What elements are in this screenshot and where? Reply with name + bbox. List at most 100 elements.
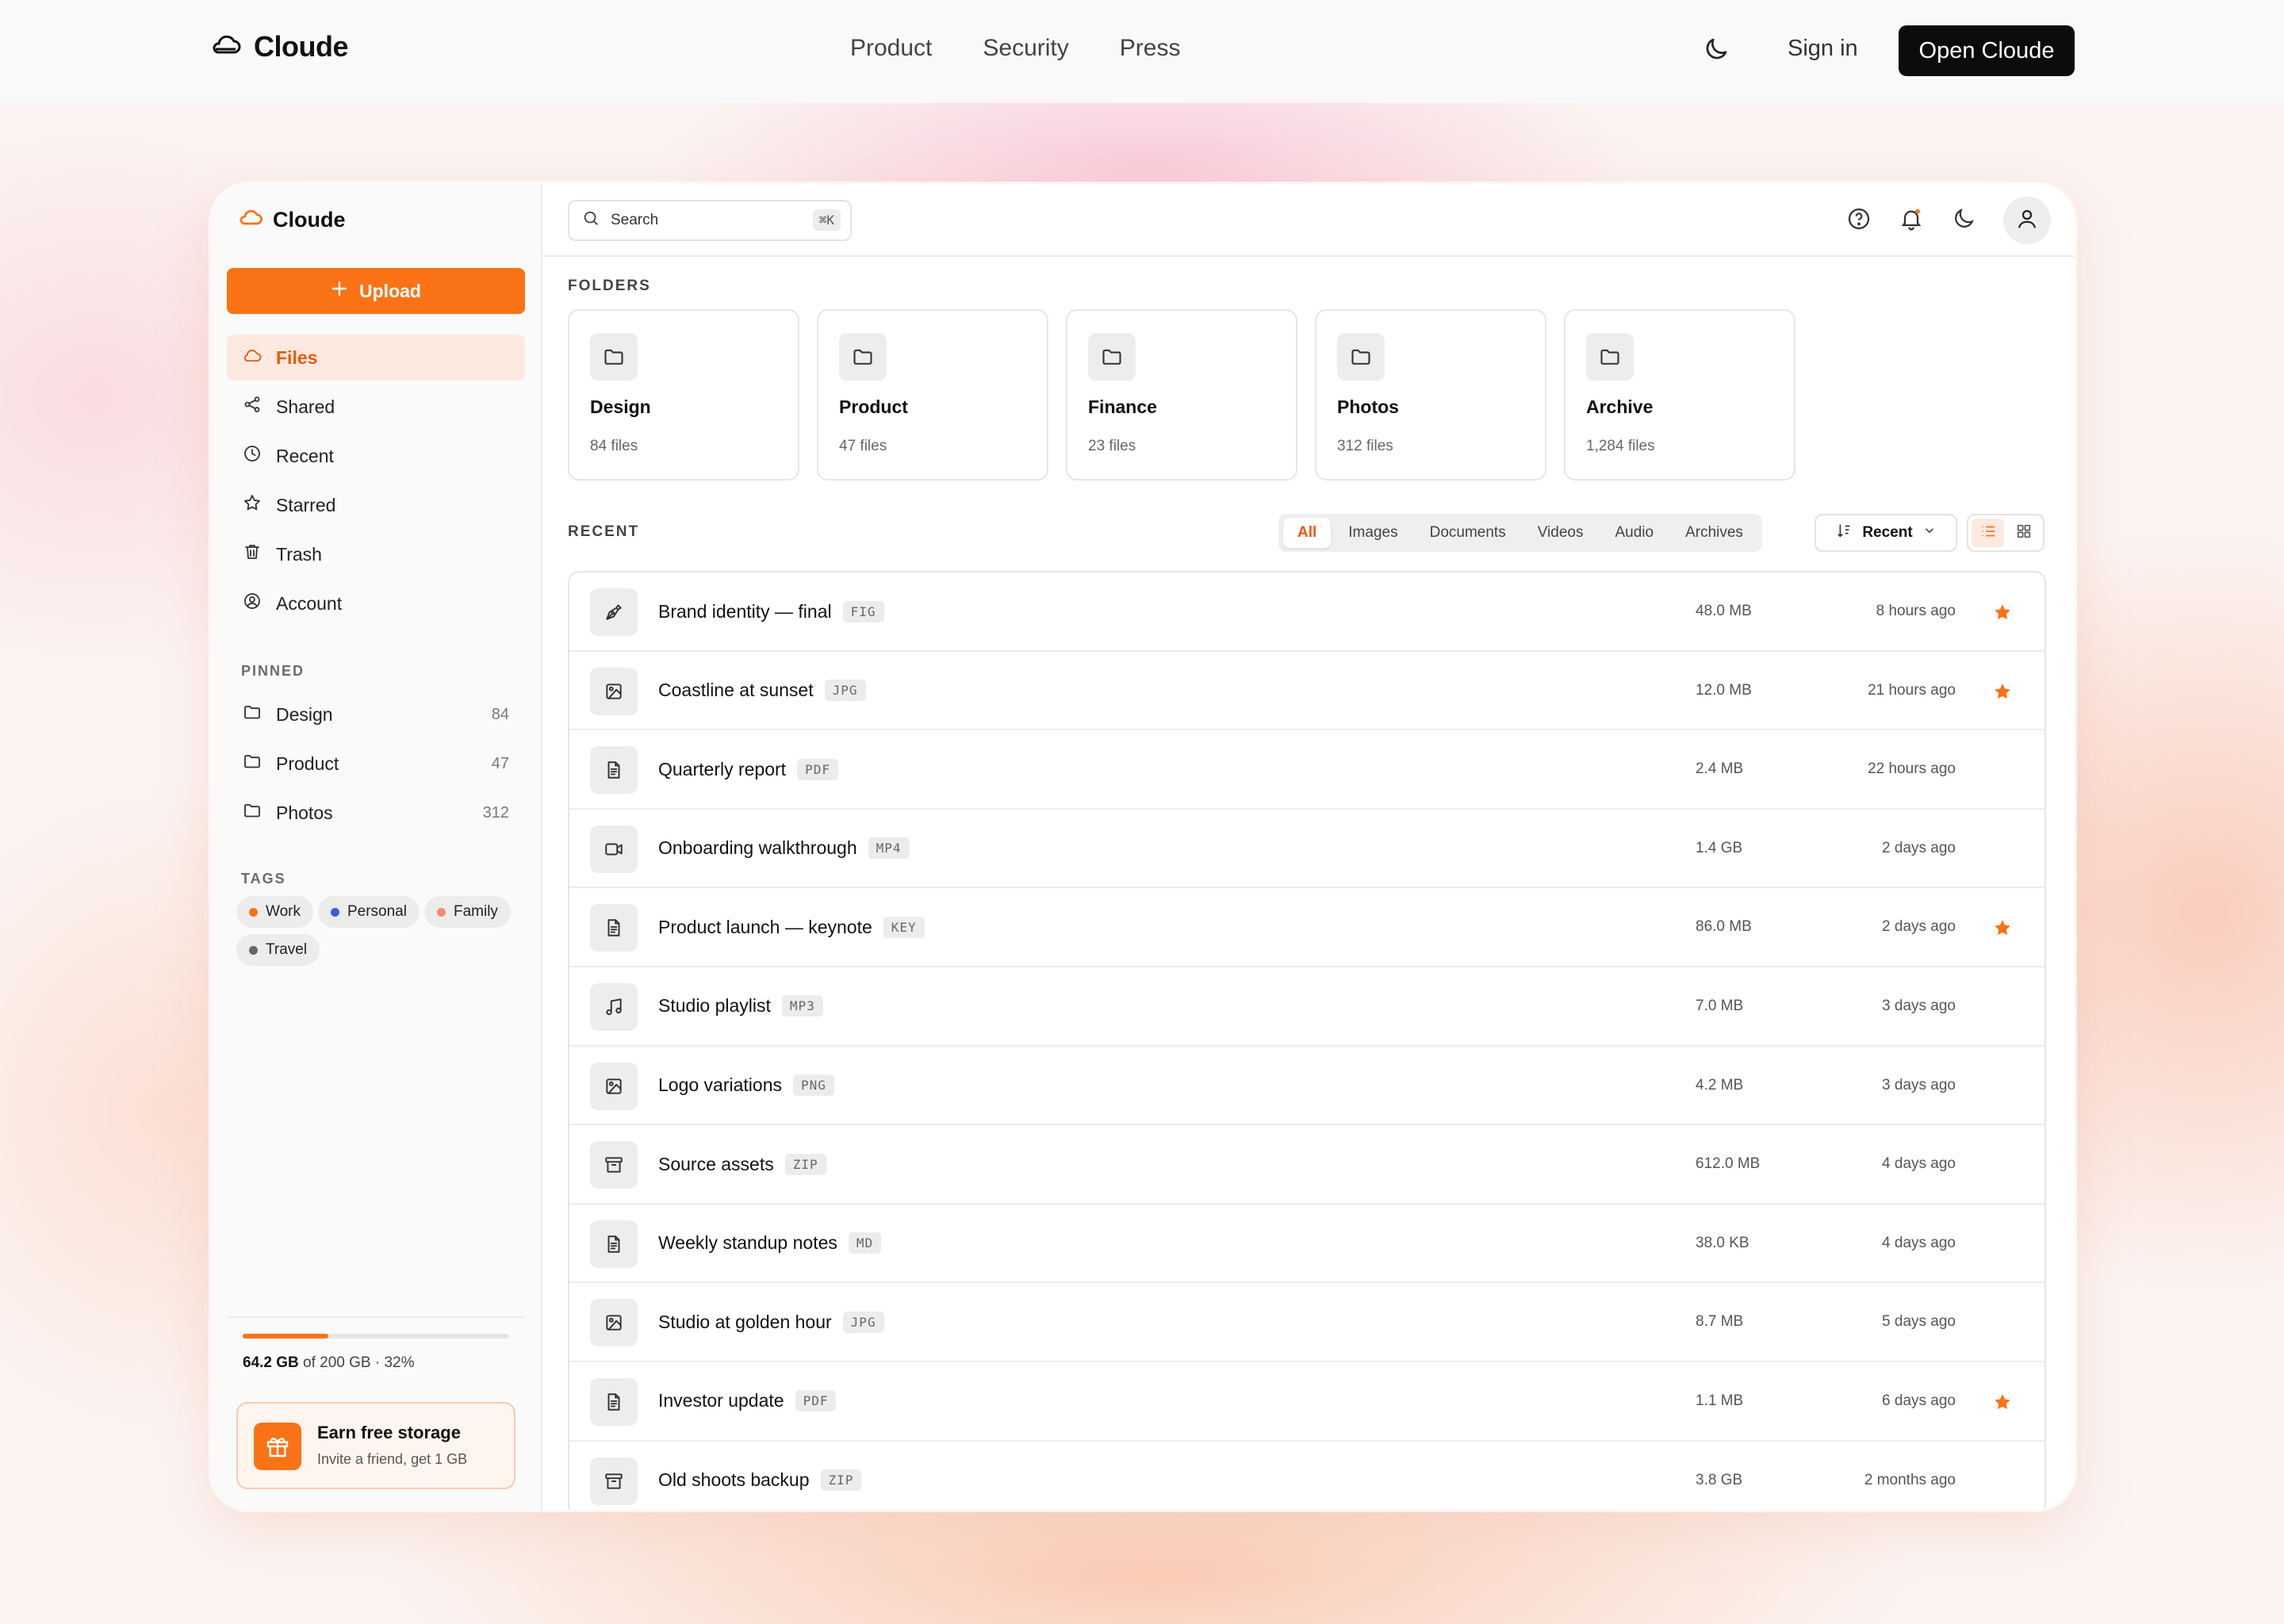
trash-icon: [243, 542, 262, 566]
theme-toggle-moon-icon[interactable]: [1702, 35, 1730, 67]
sidebar-item-trash[interactable]: Trash: [227, 531, 525, 577]
sign-in-link[interactable]: Sign in: [1788, 36, 1858, 62]
storage-bar-fill: [243, 1334, 328, 1339]
folder-count: 47 files: [839, 438, 887, 454]
file-row[interactable]: Coastline at sunset JPG 12.0 MB 21 hours …: [569, 652, 2044, 731]
folder-card-product[interactable]: Product 47 files: [817, 309, 1048, 481]
clock-icon: [243, 444, 262, 468]
search-input[interactable]: Search ⌘K: [568, 200, 852, 241]
file-size: 1.4 GB: [1696, 839, 1743, 856]
open-cloude-button[interactable]: Open Cloude: [1899, 25, 2075, 76]
avatar[interactable]: [2003, 197, 2051, 244]
filter-tab-all[interactable]: All: [1283, 518, 1332, 548]
pinned-item-design[interactable]: Design 84: [227, 691, 525, 737]
tag-travel[interactable]: Travel: [236, 934, 320, 966]
filter-tab-documents[interactable]: Documents: [1416, 518, 1520, 548]
folder-count: 84 files: [590, 438, 638, 454]
file-name: Product launch — keynote: [658, 916, 872, 937]
file-modified: 3 days ago: [1882, 997, 1956, 1014]
sidebar-brand[interactable]: Cloude: [238, 208, 346, 232]
music-icon: [590, 982, 638, 1031]
filter-tab-archives[interactable]: Archives: [1671, 518, 1757, 548]
sidebar-item-starred[interactable]: Starred: [227, 482, 525, 528]
nav-link-security[interactable]: Security: [983, 35, 1068, 62]
file-row[interactable]: Studio playlist MP3 7.0 MB 3 days ago: [569, 967, 2044, 1047]
file-name-cell: Studio playlist MP3: [658, 967, 823, 1045]
folder-card-photos[interactable]: Photos 312 files: [1315, 309, 1546, 481]
pinned-item-photos[interactable]: Photos 312: [227, 790, 525, 836]
tag-color-dot: [330, 907, 339, 917]
cloud-icon: [243, 346, 262, 370]
star-icon: [243, 493, 262, 517]
tag-personal[interactable]: Personal: [317, 896, 420, 928]
file-name-cell: Quarterly report PDF: [658, 730, 838, 808]
folder-card-archive[interactable]: Archive 1,284 files: [1564, 309, 1795, 481]
sidebar-item-files[interactable]: Files: [227, 335, 525, 381]
file-modified: 2 days ago: [1882, 839, 1956, 856]
file-modified: 6 days ago: [1882, 1392, 1956, 1409]
tag-family[interactable]: Family: [423, 896, 511, 928]
list-view-button[interactable]: [1972, 519, 2004, 547]
sort-dropdown[interactable]: Recent: [1815, 514, 1957, 552]
sidebar-item-account[interactable]: Account: [227, 580, 525, 626]
star-icon[interactable]: [1992, 917, 2013, 942]
file-row[interactable]: Brand identity — final FIG 48.0 MB 8 hour…: [569, 573, 2044, 652]
file-name: Source assets: [658, 1153, 774, 1174]
moon-icon[interactable]: [1951, 206, 1976, 236]
folder-icon: [243, 752, 262, 776]
pinned-item-product[interactable]: Product 47: [227, 741, 525, 787]
folder-card-design[interactable]: Design 84 files: [568, 309, 799, 481]
file-row[interactable]: Onboarding walkthrough MP4 1.4 GB 2 days …: [569, 810, 2044, 889]
file-row[interactable]: Weekly standup notes MD 38.0 KB 4 days ag…: [569, 1205, 2044, 1284]
star-icon[interactable]: [1992, 681, 2013, 706]
file-row[interactable]: Quarterly report PDF 2.4 MB 22 hours ago: [569, 730, 2044, 810]
filter-tab-audio[interactable]: Audio: [1600, 518, 1668, 548]
file-modified: 5 days ago: [1882, 1313, 1956, 1331]
file-row[interactable]: Old shoots backup ZIP 3.8 GB 2 months ago: [569, 1442, 2044, 1510]
sort-icon: [1835, 522, 1853, 544]
file-ext-badge: MD: [848, 1232, 882, 1254]
image-icon: [590, 1299, 638, 1347]
list-icon: [1979, 523, 1997, 544]
filter-tab-images[interactable]: Images: [1334, 518, 1412, 548]
sidebar-item-label: Account: [276, 592, 343, 614]
tag-work[interactable]: Work: [236, 896, 313, 928]
document-icon: [590, 1220, 638, 1268]
file-row[interactable]: Studio at golden hour JPG 8.7 MB 5 days a…: [569, 1283, 2044, 1362]
help-icon[interactable]: [1846, 206, 1872, 236]
recent-heading: RECENT: [568, 523, 640, 540]
file-row[interactable]: Investor update PDF 1.1 MB 6 days ago: [569, 1362, 2044, 1442]
folder-name: Product: [839, 396, 908, 417]
nav-link-press[interactable]: Press: [1120, 35, 1181, 62]
file-modified: 2 months ago: [1864, 1471, 1956, 1488]
sidebar-item-shared[interactable]: Shared: [227, 384, 525, 430]
search-icon: [582, 209, 600, 232]
file-row[interactable]: Source assets ZIP 612.0 MB 4 days ago: [569, 1125, 2044, 1205]
file-size: 3.8 GB: [1696, 1471, 1743, 1488]
earn-storage-card[interactable]: Earn free storage Invite a friend, get 1…: [236, 1402, 515, 1489]
file-size: 8.7 MB: [1696, 1313, 1744, 1331]
file-size: 4.2 MB: [1696, 1076, 1744, 1094]
file-row[interactable]: Product launch — keynote KEY 86.0 MB 2 da…: [569, 888, 2044, 967]
sidebar-item-recent[interactable]: Recent: [227, 433, 525, 479]
filter-tab-videos[interactable]: Videos: [1523, 518, 1598, 548]
file-name-cell: Onboarding walkthrough MP4: [658, 810, 910, 887]
grid-view-button[interactable]: [2007, 519, 2040, 547]
upload-button[interactable]: Upload: [227, 268, 525, 314]
site-logo[interactable]: Cloude: [211, 30, 349, 63]
file-size: 612.0 MB: [1696, 1155, 1761, 1173]
star-icon[interactable]: [1992, 602, 2013, 626]
file-size: 38.0 KB: [1696, 1234, 1749, 1251]
file-size: 48.0 MB: [1696, 603, 1752, 619]
pinned-item-label: Product: [276, 753, 339, 774]
search-shortcut: ⌘K: [812, 209, 841, 231]
image-icon: [590, 1062, 638, 1110]
nav-link-product[interactable]: Product: [850, 35, 932, 62]
star-icon[interactable]: [1992, 1392, 2013, 1416]
app-window: Cloude Upload Files Shared Recent Starred Tr…: [211, 184, 2075, 1510]
folder-card-finance[interactable]: Finance 23 files: [1066, 309, 1297, 481]
folder-grid: Design 84 files Product 47 files Finance 23 f…: [568, 309, 1795, 481]
file-ext-badge: ZIP: [784, 1153, 826, 1175]
file-row[interactable]: Logo variations PNG 4.2 MB 3 days ago: [569, 1047, 2044, 1126]
bell-icon[interactable]: [1899, 206, 1924, 236]
